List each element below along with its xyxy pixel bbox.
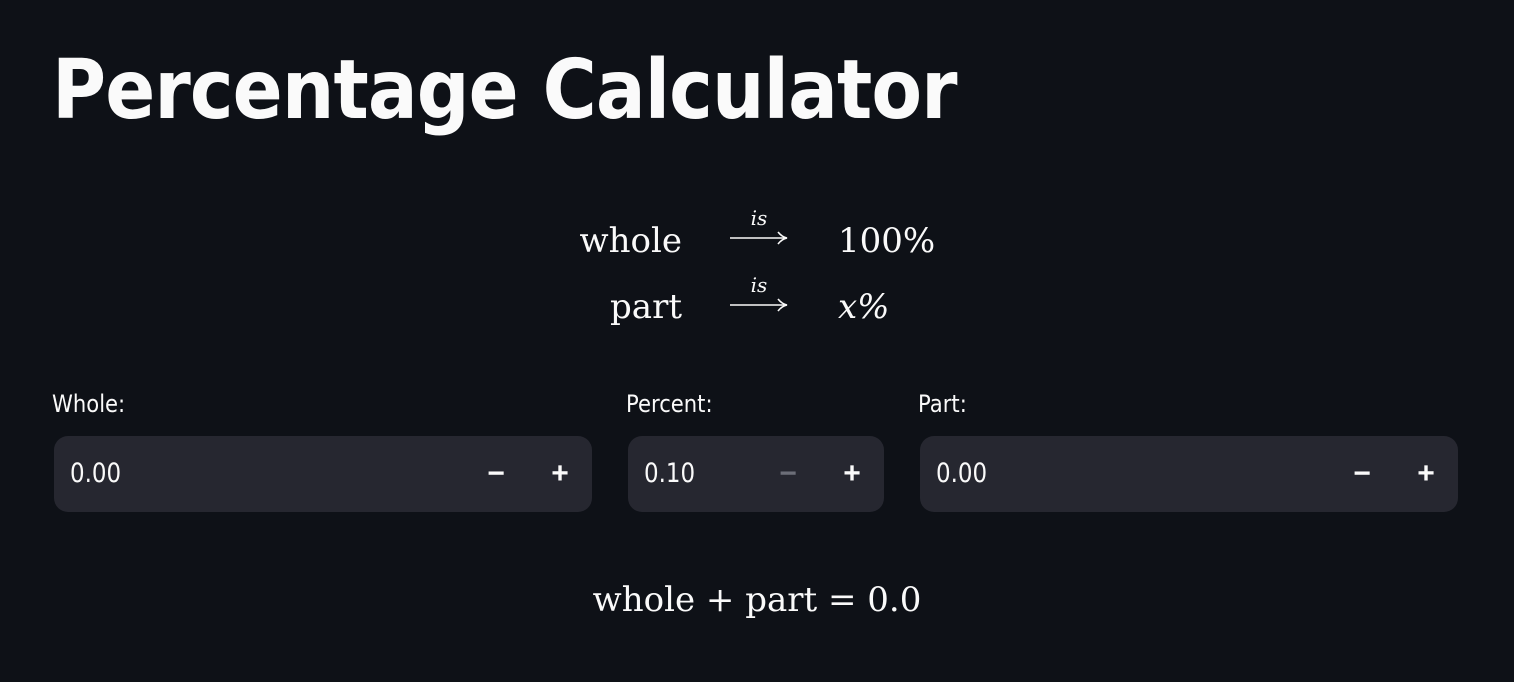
arrow-label: is [750, 273, 768, 297]
page-title: Percentage Calculator [52, 43, 958, 138]
percent-label: Percent: [626, 390, 713, 418]
formula-arrow-1: is [730, 206, 788, 248]
formula-arrow-2: is [730, 273, 788, 315]
result-equation: whole + part = 0.0 [592, 580, 922, 620]
formula-right-100: 100% [838, 221, 936, 261]
whole-increment-button[interactable]: + [540, 454, 580, 494]
part-decrement-button[interactable]: − [1342, 454, 1382, 494]
percent-input[interactable]: 0.10 [644, 458, 695, 489]
whole-decrement-button[interactable]: − [476, 454, 516, 494]
formula-left-whole: whole [579, 221, 682, 261]
part-increment-button[interactable]: + [1406, 454, 1446, 494]
whole-label: Whole: [52, 390, 126, 418]
whole-number-input: 0.00 − + [54, 436, 592, 512]
percent-number-input: 0.10 − + [628, 436, 884, 512]
part-input[interactable]: 0.00 [936, 458, 987, 489]
part-number-input: 0.00 − + [920, 436, 1458, 512]
part-label: Part: [918, 390, 967, 418]
arrow-label: is [750, 206, 768, 230]
right-arrow-icon [730, 298, 788, 312]
whole-input[interactable]: 0.00 [70, 458, 121, 489]
formula-right-x: x% [838, 287, 890, 327]
right-arrow-icon [730, 231, 788, 245]
percent-increment-button[interactable]: + [832, 454, 872, 494]
formula-left-part: part [610, 287, 682, 327]
percent-decrement-button[interactable]: − [768, 454, 808, 494]
